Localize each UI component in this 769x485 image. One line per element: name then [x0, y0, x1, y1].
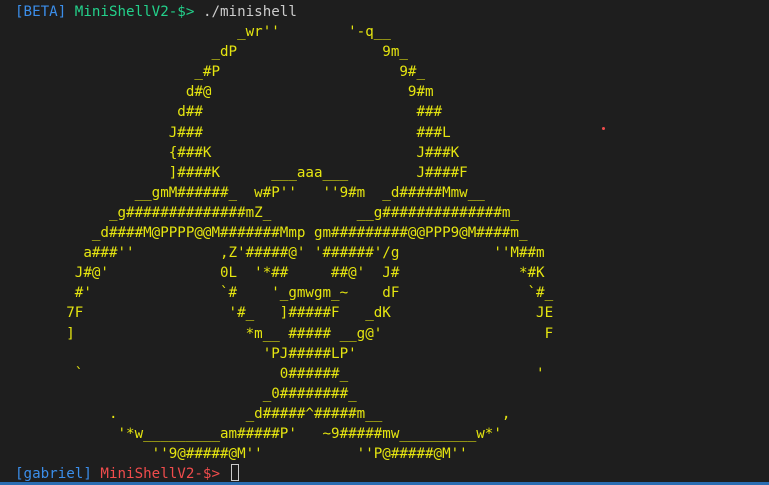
prompt-tag: [BETA]	[15, 4, 67, 20]
entered-command: ./minishell	[202, 4, 297, 20]
prompt-shell-name: MiniShellV2-$>	[74, 4, 195, 20]
ascii-art-output: _wr'' '-q__ _dP 9m_ _#P 9#_ d#@ 9#m d##	[66, 24, 554, 463]
prompt-shell-name-active: MiniShellV2-$>	[100, 466, 221, 483]
first-prompt-line: [BETA] MiniShellV2-$> ./minishell	[15, 2, 769, 22]
red-dot-artifact	[602, 127, 605, 130]
text-cursor[interactable]	[230, 464, 239, 482]
terminal-window[interactable]: [BETA] MiniShellV2-$> ./minishell _wr'' …	[0, 0, 769, 485]
prompt-user: [gabriel]	[15, 466, 92, 483]
